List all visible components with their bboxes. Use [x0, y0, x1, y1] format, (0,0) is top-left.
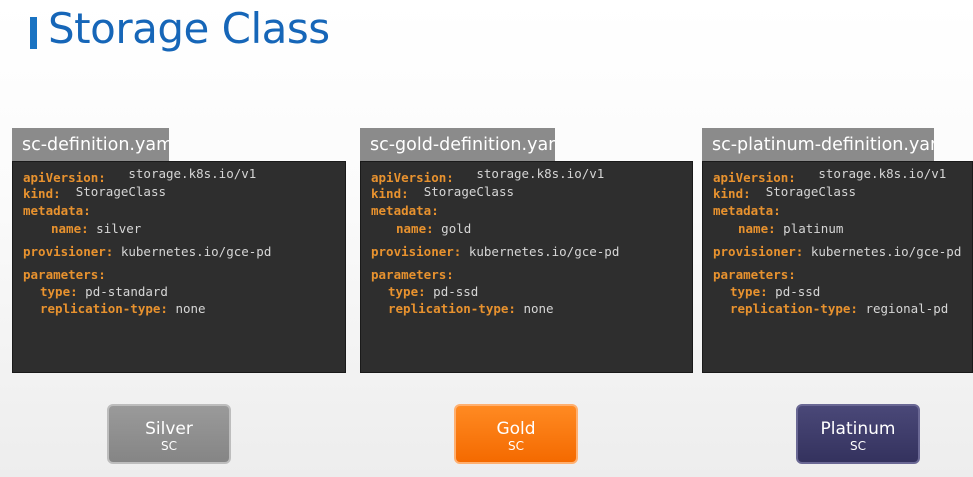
sc-name: Gold	[496, 419, 536, 439]
yaml-key: apiVersion:	[371, 170, 454, 185]
code-line: kind: StorageClass	[23, 184, 167, 201]
yaml-panel-silver: sc-definition.yaml apiVersion: storage.k…	[12, 128, 346, 373]
sc-sublabel: SC	[508, 439, 524, 453]
yaml-key: metadata:	[371, 203, 439, 218]
platinum-sc-button[interactable]: Platinum SC	[796, 404, 920, 464]
yaml-key: apiVersion:	[23, 170, 106, 185]
code-line: metadata:	[371, 203, 439, 218]
yaml-key: apiVersion:	[713, 170, 796, 185]
yaml-value: storage.k8s.io/v1	[128, 166, 257, 181]
code-line: provisioner: kubernetes.io/gce-pd	[713, 244, 961, 259]
sc-sublabel: SC	[850, 439, 866, 453]
yaml-key: metadata:	[23, 203, 91, 218]
yaml-key: replication-type:	[388, 301, 516, 316]
code-line: name: platinum	[738, 221, 843, 236]
yaml-value: platinum	[783, 221, 844, 236]
yaml-key: provisioner:	[713, 244, 804, 259]
yaml-value: kubernetes.io/gce-pd	[120, 244, 272, 259]
yaml-panel-gold: sc-gold-definition.yaml apiVersion: stor…	[360, 128, 693, 373]
code-line: parameters:	[713, 267, 796, 282]
sc-name: Silver	[145, 419, 193, 439]
code-block: apiVersion: storage.k8s.io/v1 kind: Stor…	[360, 161, 693, 373]
code-line: type: pd-ssd	[730, 284, 820, 299]
code-line: metadata:	[23, 203, 91, 218]
code-line: apiVersion: storage.k8s.io/v1	[371, 166, 604, 185]
yaml-value: pd-ssd	[433, 284, 479, 299]
code-line: apiVersion: storage.k8s.io/v1	[713, 166, 946, 185]
file-tab[interactable]: sc-gold-definition.yaml	[360, 128, 555, 161]
yaml-value: gold	[441, 221, 472, 236]
yaml-key: replication-type:	[730, 301, 858, 316]
yaml-value: StorageClass	[423, 184, 515, 199]
yaml-value: storage.k8s.io/v1	[476, 166, 605, 181]
title-accent-bar	[30, 17, 37, 49]
yaml-value: storage.k8s.io/v1	[818, 166, 947, 181]
gold-sc-button[interactable]: Gold SC	[454, 404, 578, 464]
yaml-key: metadata:	[713, 203, 781, 218]
silver-sc-button[interactable]: Silver SC	[107, 404, 231, 464]
yaml-key: name:	[738, 221, 776, 236]
file-tab[interactable]: sc-definition.yaml	[12, 128, 169, 161]
yaml-value: none	[175, 301, 206, 316]
yaml-value: regional-pd	[865, 301, 949, 316]
code-line: metadata:	[713, 203, 781, 218]
code-line: replication-type: none	[40, 301, 206, 316]
code-line: provisioner: kubernetes.io/gce-pd	[371, 244, 619, 259]
yaml-key: parameters:	[23, 267, 106, 282]
code-block: apiVersion: storage.k8s.io/v1 kind: Stor…	[702, 161, 973, 373]
code-line: type: pd-standard	[40, 284, 168, 299]
yaml-key: name:	[396, 221, 434, 236]
yaml-key: provisioner:	[23, 244, 114, 259]
yaml-value: silver	[96, 221, 142, 236]
yaml-value: pd-ssd	[775, 284, 821, 299]
yaml-value: kubernetes.io/gce-pd	[468, 244, 620, 259]
yaml-value: StorageClass	[765, 184, 857, 199]
page-title: Storage Class	[48, 4, 330, 53]
yaml-value: pd-standard	[85, 284, 168, 299]
yaml-value: none	[523, 301, 554, 316]
code-block: apiVersion: storage.k8s.io/v1 kind: Stor…	[12, 161, 346, 373]
sc-sublabel: SC	[161, 439, 177, 453]
code-line: name: silver	[51, 221, 141, 236]
yaml-value: kubernetes.io/gce-pd	[810, 244, 962, 259]
code-line: type: pd-ssd	[388, 284, 478, 299]
yaml-panel-platinum: sc-platinum-definition.yaml apiVersion: …	[702, 128, 973, 373]
yaml-key: provisioner:	[371, 244, 462, 259]
code-line: name: gold	[396, 221, 471, 236]
code-line: parameters:	[371, 267, 454, 282]
code-line: replication-type: none	[388, 301, 554, 316]
yaml-key: name:	[51, 221, 89, 236]
code-line: kind: StorageClass	[371, 184, 515, 201]
code-line: kind: StorageClass	[713, 184, 857, 201]
yaml-key: parameters:	[713, 267, 796, 282]
code-line: replication-type: regional-pd	[730, 301, 948, 316]
code-line: parameters:	[23, 267, 106, 282]
yaml-key: type:	[40, 284, 78, 299]
yaml-key: kind:	[371, 186, 409, 201]
code-line: provisioner: kubernetes.io/gce-pd	[23, 244, 271, 259]
yaml-key: type:	[388, 284, 426, 299]
sc-name: Platinum	[820, 419, 896, 439]
yaml-key: replication-type:	[40, 301, 168, 316]
yaml-key: kind:	[713, 186, 751, 201]
file-tab[interactable]: sc-platinum-definition.yaml	[702, 128, 934, 161]
yaml-value: StorageClass	[75, 184, 167, 199]
yaml-key: parameters:	[371, 267, 454, 282]
yaml-key: type:	[730, 284, 768, 299]
yaml-key: kind:	[23, 186, 61, 201]
code-line: apiVersion: storage.k8s.io/v1	[23, 166, 256, 185]
